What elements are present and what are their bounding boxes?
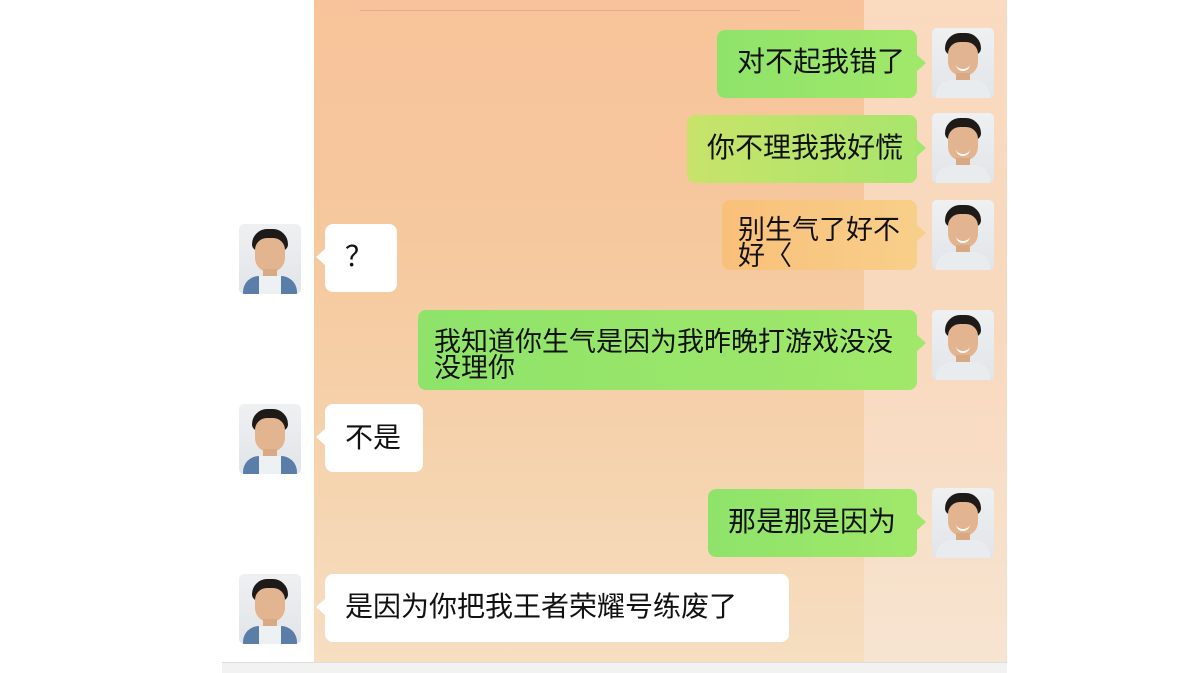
- self-avatar[interactable]: [932, 310, 994, 380]
- chat-screen: 对不起我错了 你不理我我好慌 别生气了好不好〈 ？ 我知道你生气是因为我昨晚打游…: [0, 0, 1200, 673]
- message-bubble-incoming[interactable]: 不是: [316, 404, 423, 472]
- self-avatar[interactable]: [932, 488, 994, 558]
- self-avatar[interactable]: [932, 28, 994, 98]
- avatar-shirt-inner: [259, 276, 281, 294]
- message-text: 不是: [345, 421, 402, 454]
- avatar-face: [255, 588, 285, 622]
- avatar-shirt-inner: [259, 626, 281, 644]
- message-text: 那是那是因为: [728, 505, 897, 538]
- contact-avatar[interactable]: [239, 224, 301, 294]
- avatar-face: [255, 418, 285, 452]
- input-bar-edge: [222, 662, 1007, 673]
- message-text: ？: [345, 240, 374, 273]
- divider: [360, 10, 800, 11]
- message-bubble-outgoing[interactable]: 我知道你生气是因为我昨晚打游戏没没没理你: [418, 310, 926, 390]
- avatar-shirt: [936, 362, 990, 380]
- message-text: 别生气了好不好〈: [738, 215, 900, 272]
- avatar-shirt: [936, 80, 990, 98]
- avatar-shirt: [936, 252, 990, 270]
- message-bubble-incoming[interactable]: 是因为你把我王者荣耀号练废了: [316, 574, 789, 642]
- message-text: 我知道你生气是因为我昨晚打游戏没没没理你: [434, 327, 893, 384]
- avatar-face: [255, 238, 285, 272]
- self-avatar[interactable]: [932, 113, 994, 183]
- message-bubble-incoming[interactable]: ？: [316, 224, 397, 292]
- self-avatar[interactable]: [932, 200, 994, 270]
- message-bubble-outgoing[interactable]: 别生气了好不好〈: [722, 200, 926, 272]
- contact-avatar[interactable]: [239, 574, 301, 644]
- message-text: 是因为你把我王者荣耀号练废了: [345, 590, 738, 623]
- message-bubble-outgoing[interactable]: 对不起我错了: [717, 30, 926, 98]
- avatar-shirt: [936, 165, 990, 183]
- avatar-shirt: [936, 540, 990, 558]
- avatar-shirt-inner: [259, 456, 281, 474]
- contact-avatar[interactable]: [239, 404, 301, 474]
- message-text: 对不起我错了: [737, 45, 906, 78]
- message-bubble-outgoing[interactable]: 那是那是因为: [708, 489, 926, 557]
- message-text: 你不理我我好慌: [707, 131, 904, 164]
- chat-panel: 对不起我错了 你不理我我好慌 别生气了好不好〈 ？ 我知道你生气是因为我昨晚打游…: [222, 0, 1007, 673]
- message-bubble-outgoing[interactable]: 你不理我我好慌: [687, 115, 926, 183]
